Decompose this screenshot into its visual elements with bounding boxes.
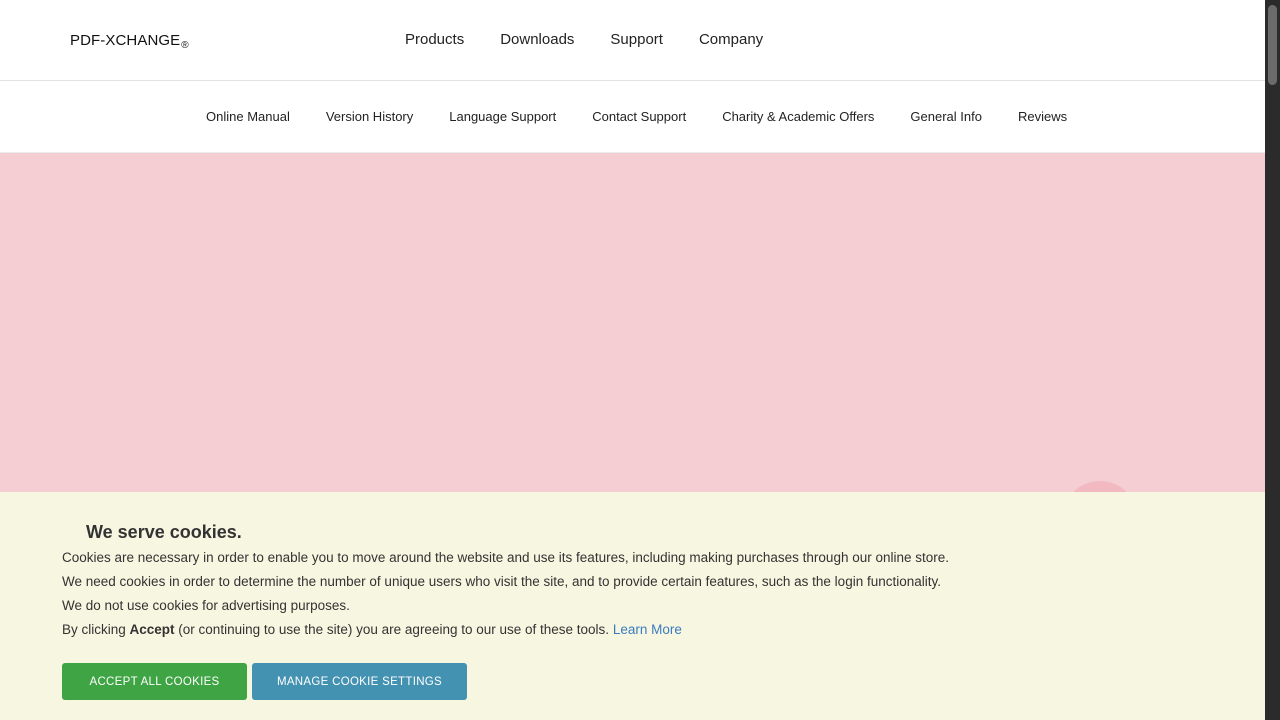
main-nav: Products Downloads Support Company: [405, 31, 799, 48]
cookie-text-consent: By clicking Accept (or continuing to use…: [62, 622, 682, 637]
logo[interactable]: PDF-XCHANGE®: [70, 32, 189, 51]
manage-cookie-settings-button[interactable]: MANAGE COOKIE SETTINGS: [252, 663, 467, 700]
cookie-title: We serve cookies.: [86, 522, 242, 542]
cookie-text-no-advertising: We do not use cookies for advertising pu…: [62, 598, 350, 613]
consent-prefix: By clicking: [62, 622, 130, 637]
learn-more-link[interactable]: Learn More: [613, 622, 682, 637]
page: PDF-XCHANGE® Products Downloads Support …: [0, 0, 1265, 720]
sub-nav: Online Manual Version History Language S…: [0, 81, 1265, 153]
consent-accept-word: Accept: [129, 622, 175, 637]
subnav-language-support[interactable]: Language Support: [449, 109, 556, 124]
accept-all-cookies-button[interactable]: ACCEPT ALL COOKIES: [62, 663, 247, 700]
nav-support[interactable]: Support: [610, 31, 663, 48]
cookie-text-unique-users: We need cookies in order to determine th…: [62, 574, 941, 589]
nav-company[interactable]: Company: [699, 31, 763, 48]
top-header: PDF-XCHANGE® Products Downloads Support …: [0, 0, 1265, 81]
registered-mark: ®: [181, 40, 189, 51]
consent-suffix: (or continuing to use the site) you are …: [174, 622, 613, 637]
sub-nav-items: Online Manual Version History Language S…: [206, 109, 1103, 124]
nav-downloads[interactable]: Downloads: [500, 31, 574, 48]
subnav-general-info[interactable]: General Info: [910, 109, 982, 124]
subnav-contact-support[interactable]: Contact Support: [592, 109, 686, 124]
subnav-charity-academic-offers[interactable]: Charity & Academic Offers: [722, 109, 874, 124]
logo-text: PDF-XCHANGE: [70, 32, 181, 49]
cookie-text-necessary: Cookies are necessary in order to enable…: [62, 550, 950, 565]
scrollbar-thumb[interactable]: [1268, 5, 1277, 85]
subnav-version-history[interactable]: Version History: [326, 109, 413, 124]
subnav-online-manual[interactable]: Online Manual: [206, 109, 290, 124]
nav-products[interactable]: Products: [405, 31, 464, 48]
subnav-reviews[interactable]: Reviews: [1018, 109, 1067, 124]
hero-banner: [0, 153, 1265, 557]
cookie-banner: We serve cookies. Cookies are necessary …: [0, 492, 1265, 720]
page-scrollbar[interactable]: [1265, 0, 1280, 720]
